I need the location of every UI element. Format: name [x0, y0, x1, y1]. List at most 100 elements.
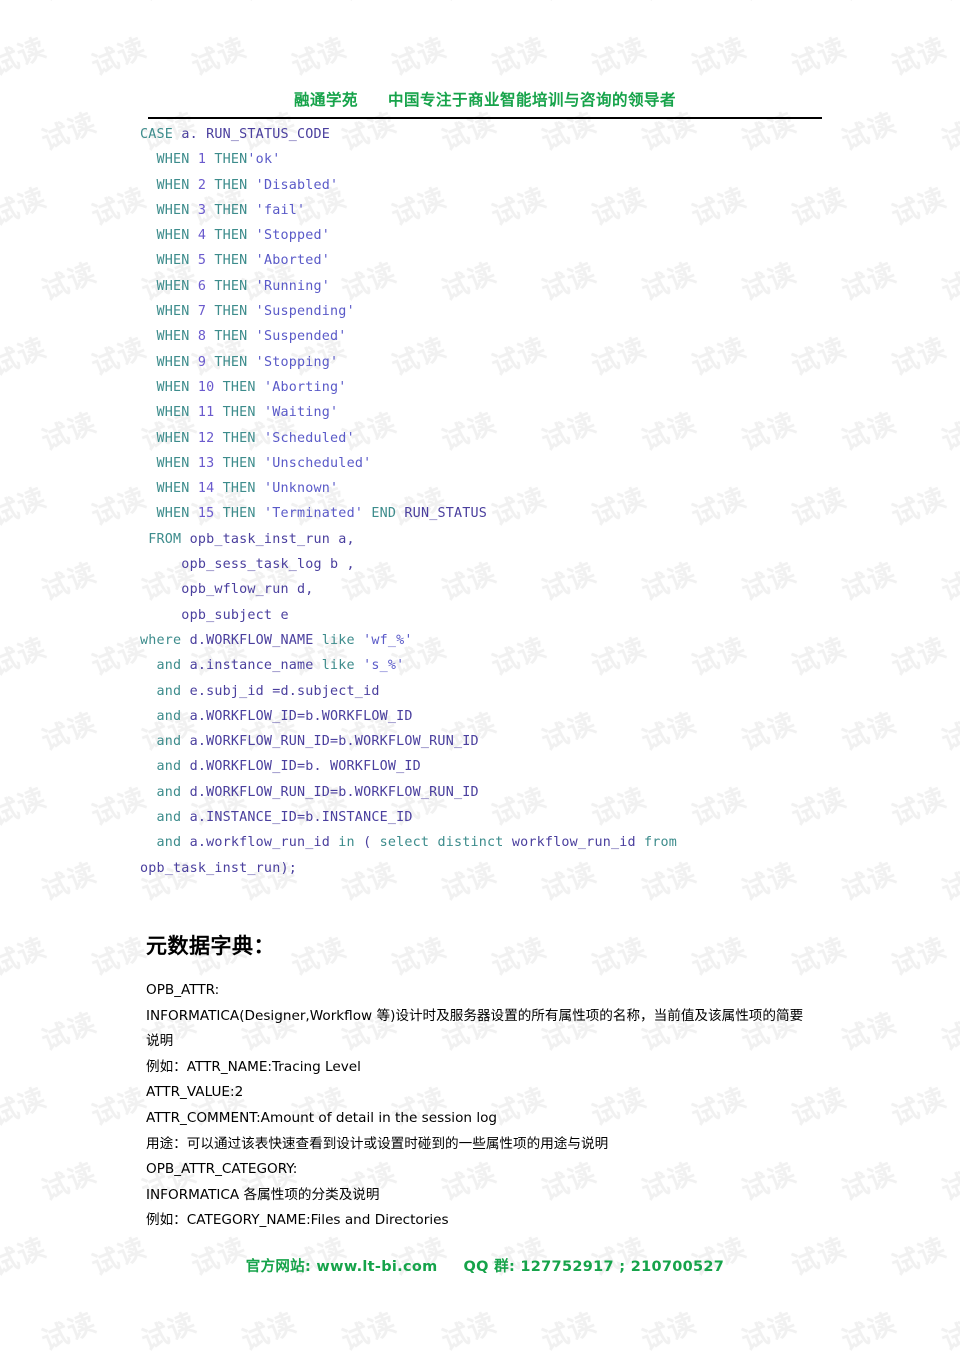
code-token: workflow_run_id	[503, 835, 645, 851]
code-token: 7	[189, 304, 207, 320]
code-line: WHEN 5 THEN 'Aborted'	[140, 248, 840, 273]
code-line: where d.WORKFLOW_NAME like 'wf_%'	[140, 628, 840, 653]
code-token: 'Aborting'	[255, 379, 347, 395]
footer-text: 官方网站: www.lt-bi.com QQ 群: 127752917 ; 210…	[246, 1255, 724, 1276]
code-token: opb_task_inst_run);	[140, 860, 297, 876]
code-token: like	[321, 632, 355, 648]
code-token: and	[140, 658, 182, 674]
code-token: 4	[189, 228, 207, 244]
code-token: THEN	[214, 430, 256, 446]
code-token: 15	[189, 506, 215, 522]
code-token: THEN	[206, 304, 248, 320]
body-paragraph: OPB_ATTR_CATEGORY:	[146, 1161, 298, 1178]
code-token: THEN	[206, 354, 248, 370]
code-token: 'Suspending'	[247, 304, 355, 320]
code-token: 14	[189, 481, 215, 497]
code-token: 10	[189, 379, 215, 395]
code-token: THEN	[206, 152, 248, 168]
code-token: where	[140, 632, 182, 648]
code-token: 1	[189, 152, 207, 168]
code-token: THEN	[206, 228, 248, 244]
code-token: 'wf_%'	[354, 632, 413, 648]
code-token: 'Waiting'	[255, 405, 339, 421]
code-token: WHEN	[140, 455, 190, 471]
sql-code-block: CASE a. RUN_STATUS_CODE WHEN 1 THEN'ok' …	[140, 122, 840, 881]
header-text: 融通学苑 中国专注于商业智能培训与咨询的领导者	[294, 88, 676, 110]
code-line: opb_wflow_run d,	[140, 577, 840, 602]
code-token: WHEN	[140, 202, 190, 218]
header-divider	[148, 117, 822, 119]
footer-qq-groups: QQ 群: 127752917 ; 210700527	[463, 1259, 725, 1275]
code-token: a.workflow_run_id	[181, 835, 339, 851]
code-line: and e.subj_id =d.subject_id	[140, 679, 840, 704]
code-token: THEN	[214, 379, 256, 395]
code-token: THEN	[214, 405, 256, 421]
code-token: and	[140, 784, 182, 800]
code-token: select distinct	[379, 835, 504, 851]
document-page: 融通学苑 中国专注于商业智能培训与咨询的领导者 CASE a. RUN_STATU…	[0, 0, 960, 1357]
code-line: and a.WORKFLOW_ID=b.WORKFLOW_ID	[140, 704, 840, 729]
code-token: and	[140, 734, 182, 750]
code-token: WHEN	[140, 253, 190, 269]
code-line: WHEN 15 THEN 'Terminated' END RUN_STATUS	[140, 501, 840, 526]
body-text-block: OPB_ATTR: INFORMATICA(Designer,Workflow 等…	[146, 978, 846, 1234]
code-token: WHEN	[140, 379, 190, 395]
code-token: 'Aborted'	[247, 253, 331, 269]
code-token: 's_%'	[354, 658, 405, 674]
code-line: WHEN 3 THEN 'fail'	[140, 198, 840, 223]
code-token: THEN	[214, 506, 256, 522]
code-line: WHEN 4 THEN 'Stopped'	[140, 223, 840, 248]
code-token: d.WORKFLOW_NAME	[181, 632, 322, 648]
code-token: 'Stopping'	[247, 354, 339, 370]
body-paragraph: INFORMATICA(Designer,Workflow 等)设计时及服务器设…	[146, 1007, 804, 1050]
code-token: a.WORKFLOW_RUN_ID=b.WORKFLOW_RUN_ID	[181, 734, 479, 750]
code-token: 2	[189, 177, 207, 193]
header-tagline: 中国专注于商业智能培训与咨询的领导者	[388, 91, 677, 109]
body-paragraph: 例如：CATEGORY_NAME:Files and Directories	[146, 1212, 449, 1229]
body-paragraph: INFORMATICA 各属性项的分类及说明	[146, 1186, 380, 1203]
code-token: a.instance_name	[181, 658, 322, 674]
code-token: WHEN	[140, 354, 190, 370]
code-token: 11	[189, 405, 215, 421]
code-token: WHEN	[140, 481, 190, 497]
document-header: 融通学苑 中国专注于商业智能培训与咨询的领导者	[148, 88, 822, 110]
code-token: WHEN	[140, 329, 190, 345]
header-brand: 融通学苑	[293, 91, 358, 109]
code-token: WHEN	[140, 278, 190, 294]
code-token: WHEN	[140, 152, 190, 168]
code-token: from	[644, 835, 678, 851]
code-line: WHEN 13 THEN 'Unscheduled'	[140, 451, 840, 476]
code-token: 'Suspended'	[247, 329, 347, 345]
body-paragraph: 用途：可以通过该表快速查看到设计或设置时碰到的一些属性项的用途与说明	[146, 1135, 609, 1152]
code-token: 5	[189, 253, 207, 269]
code-token: WHEN	[140, 228, 190, 244]
section-heading: 元数据字典：	[146, 934, 275, 958]
code-line: WHEN 1 THEN'ok'	[140, 147, 840, 172]
code-token: WHEN	[140, 405, 190, 421]
code-token: THEN	[206, 202, 248, 218]
code-token: and	[140, 810, 182, 826]
code-token: e.subj_id =d.subject_id	[181, 683, 380, 699]
code-token: RUN_STATUS	[396, 506, 488, 522]
code-token: d.WORKFLOW_ID=b. WORKFLOW_ID	[181, 759, 421, 775]
code-token: WHEN	[140, 430, 190, 446]
code-line: and a.workflow_run_id in ( select distin…	[140, 830, 840, 855]
code-line: and a.INSTANCE_ID=b.INSTANCE_ID	[140, 805, 840, 830]
code-line: opb_subject e	[140, 603, 840, 628]
document-footer: 官方网站: www.lt-bi.com QQ 群: 127752917 ; 210…	[148, 1255, 822, 1276]
code-token: WHEN	[140, 506, 190, 522]
code-token: opb_subject e	[140, 607, 289, 623]
code-token: FROM	[140, 531, 182, 547]
code-token: 'ok'	[247, 152, 281, 168]
code-token: in	[338, 835, 355, 851]
code-token: 12	[189, 430, 215, 446]
code-token: and	[140, 835, 182, 851]
code-token: and	[140, 708, 182, 724]
code-token: 6	[189, 278, 207, 294]
footer-website: 官方网站: www.lt-bi.com	[245, 1259, 438, 1275]
code-token: WHEN	[140, 304, 190, 320]
code-token: and	[140, 683, 182, 699]
code-token: 'Stopped'	[247, 228, 331, 244]
body-paragraph: ATTR_COMMENT:Amount of detail in the ses…	[146, 1109, 498, 1126]
code-token: THEN	[214, 481, 256, 497]
